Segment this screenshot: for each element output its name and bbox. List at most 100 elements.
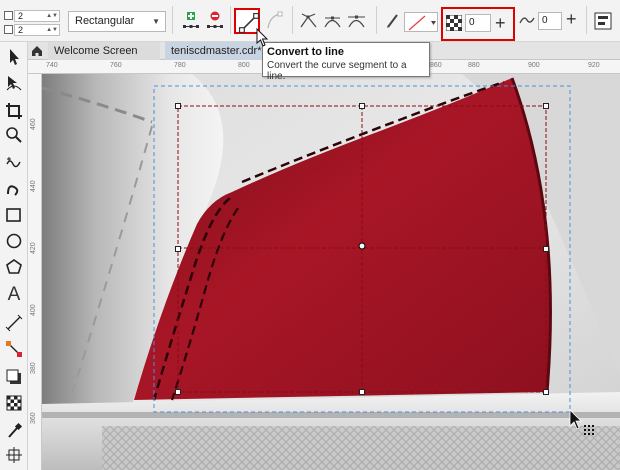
home-icon[interactable] [30,44,44,58]
delete-node-icon [207,11,223,28]
symmetrical-node-button[interactable] [344,8,370,34]
fill-grid-icon [6,447,22,463]
ruler-tick: 380 [30,362,37,374]
ruler-tick: 360 [30,412,37,424]
zoom-icon [6,127,22,143]
ellipse-icon [6,233,22,249]
rectangle-tool[interactable] [3,204,25,226]
ruler-tick: 860 [430,62,442,69]
connector-icon [6,341,22,357]
align-icon [594,12,612,30]
plus-icon[interactable]: + [495,12,511,34]
ruler-tick: 800 [238,62,250,69]
pointer-icon [10,49,19,65]
ruler-tick: 780 [174,62,186,69]
crop-tool[interactable] [3,100,25,122]
ruler-tick: 740 [46,62,58,69]
smooth-node-icon [324,16,341,28]
transparency-value: 0 [469,17,475,28]
smoothness-icon [519,12,535,28]
delete-node-button[interactable] [202,8,228,34]
polygon-tool[interactable] [3,256,25,278]
selection-handle[interactable] [175,103,181,109]
separator [230,6,231,34]
convert-to-line-tooltip: Convert to line Convert the curve segmen… [262,42,430,82]
selection-handle[interactable] [359,389,365,395]
text-icon: A [7,284,21,305]
transparency-tool[interactable] [3,392,25,414]
selected-nodes-value: 2 [18,11,24,21]
checkerboard-icon [6,395,22,411]
no-color-icon [408,15,436,31]
tab-welcome-screen[interactable]: Welcome Screen [48,42,160,60]
toolbox: A [0,42,28,470]
tooltip-description: Convert the curve segment to a line. [267,60,407,82]
interactive-fill-tool[interactable] [3,444,25,466]
selected-nodes-icon [4,11,13,20]
shape-edit-icon [6,76,22,91]
separator [586,6,587,34]
drawing-canvas[interactable] [42,74,620,470]
eyedropper-tool[interactable] [3,420,25,442]
ruler-tick: 440 [30,180,37,192]
selection-handle[interactable] [543,246,549,252]
total-nodes-field[interactable]: 2 ▲▼ [14,24,60,36]
selection-handle[interactable] [175,246,181,252]
crop-icon [6,103,22,119]
pick-tool[interactable] [3,46,25,68]
cusp-node-button[interactable] [296,8,322,34]
plus-icon[interactable]: + [566,8,582,30]
transparency-input[interactable]: 0 [465,14,491,32]
text-tool[interactable]: A [3,284,25,306]
tab-label: teniscdmaster.cdr* [171,45,262,57]
selection-handle[interactable] [359,103,365,109]
vertical-ruler: 460 440 420 400 380 360 [28,74,42,470]
selection-handle[interactable] [543,389,549,395]
add-node-button[interactable] [178,8,204,34]
artistic-media-icon [7,185,19,196]
spin-arrows-icon[interactable]: ▲▼ [46,11,58,21]
transparency-group: 0 + [441,7,515,41]
ruler-tick: 880 [468,62,480,69]
tooltip-title: Convert to line [267,46,345,58]
total-nodes-icon [4,25,13,34]
spin-arrows-icon[interactable]: ▲▼ [46,25,58,35]
ruler-tick: 920 [588,62,600,69]
selection-mode-value: Rectangular [75,15,135,27]
tab-document[interactable]: teniscdmaster.cdr* [165,42,265,60]
smoothness-input[interactable]: 0 [538,12,562,30]
drop-shadow-icon [6,369,21,384]
ruler-tick: 400 [30,304,37,316]
connector-tool[interactable] [3,338,25,360]
selection-handle[interactable] [543,103,549,109]
align-button[interactable] [590,8,616,34]
selected-nodes-field[interactable]: 2 ▲▼ [14,10,60,22]
smoothness-value: 0 [542,15,548,26]
ruler-tick: 420 [30,242,37,254]
mouse-cursor-icon [568,408,602,438]
parallel-dimension-tool[interactable] [3,312,25,334]
property-bar: 2 ▲▼ 2 ▲▼ Rectangular ▼ 0 + 0 + [0,0,620,42]
shape-tool[interactable] [3,72,25,94]
eyedropper-icon [8,422,23,438]
outline-pen-button[interactable] [380,8,406,34]
tab-label: Welcome Screen [54,45,138,57]
freehand-icon [6,157,21,168]
selection-handle[interactable] [175,389,181,395]
selection-mode-dropdown[interactable]: Rectangular ▼ [68,11,166,32]
smooth-node-button[interactable] [320,8,346,34]
drop-shadow-tool[interactable] [3,366,25,388]
pointer-cursor-icon [256,27,270,48]
ruler-tick: 760 [110,62,122,69]
zoom-tool[interactable] [3,124,25,146]
cusp-node-icon [300,13,317,28]
outline-color-picker[interactable] [404,12,438,32]
pen-icon [387,14,398,28]
ellipse-tool[interactable] [3,230,25,252]
separator [376,6,377,34]
add-node-icon [183,12,199,28]
separator [172,6,173,34]
freehand-tool[interactable] [3,152,25,174]
dimension-icon [5,314,23,332]
artistic-media-tool[interactable] [3,178,25,200]
